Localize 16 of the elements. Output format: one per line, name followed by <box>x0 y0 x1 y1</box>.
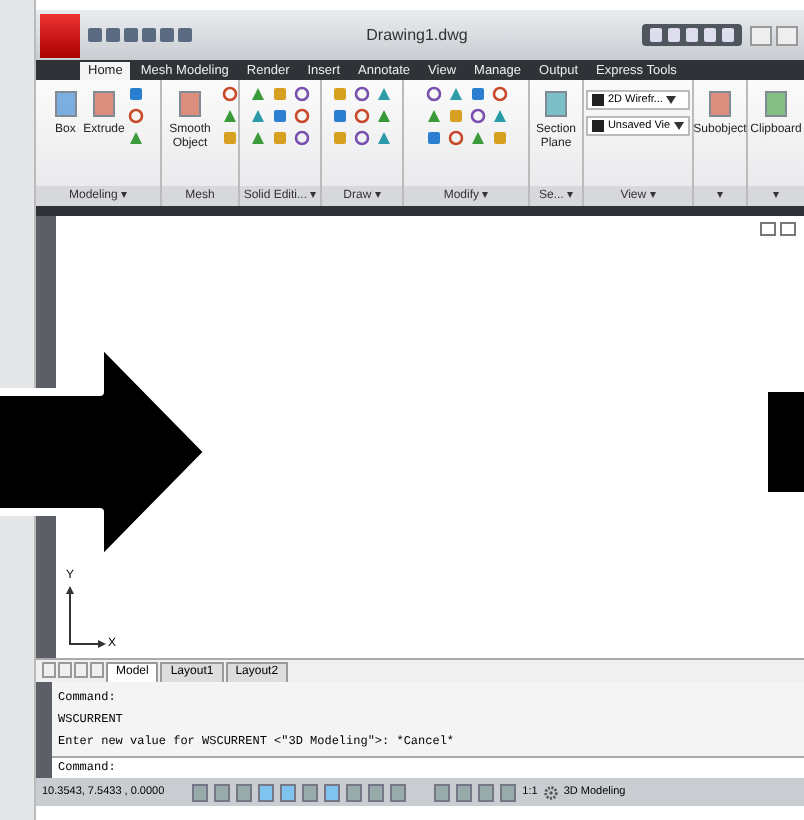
tool-icon <box>176 86 204 122</box>
quick-access-toolbar[interactable] <box>88 28 192 42</box>
infocenter-toolbar[interactable] <box>642 24 742 46</box>
tool-icon <box>90 86 118 122</box>
tool-icon <box>706 86 734 122</box>
app-menu-button[interactable] <box>40 13 80 57</box>
maximize-button[interactable] <box>776 25 798 45</box>
tool-icon <box>762 86 790 122</box>
caret-icon[interactable] <box>674 122 685 130</box>
caret-icon[interactable] <box>666 96 677 104</box>
window-title: Drawing1.dwg <box>364 26 470 44</box>
gear-icon[interactable] <box>543 785 558 799</box>
tool-icon <box>542 86 570 122</box>
tool-icon <box>51 86 80 122</box>
ucs-icon <box>66 586 106 650</box>
minimize-button[interactable] <box>750 25 772 45</box>
